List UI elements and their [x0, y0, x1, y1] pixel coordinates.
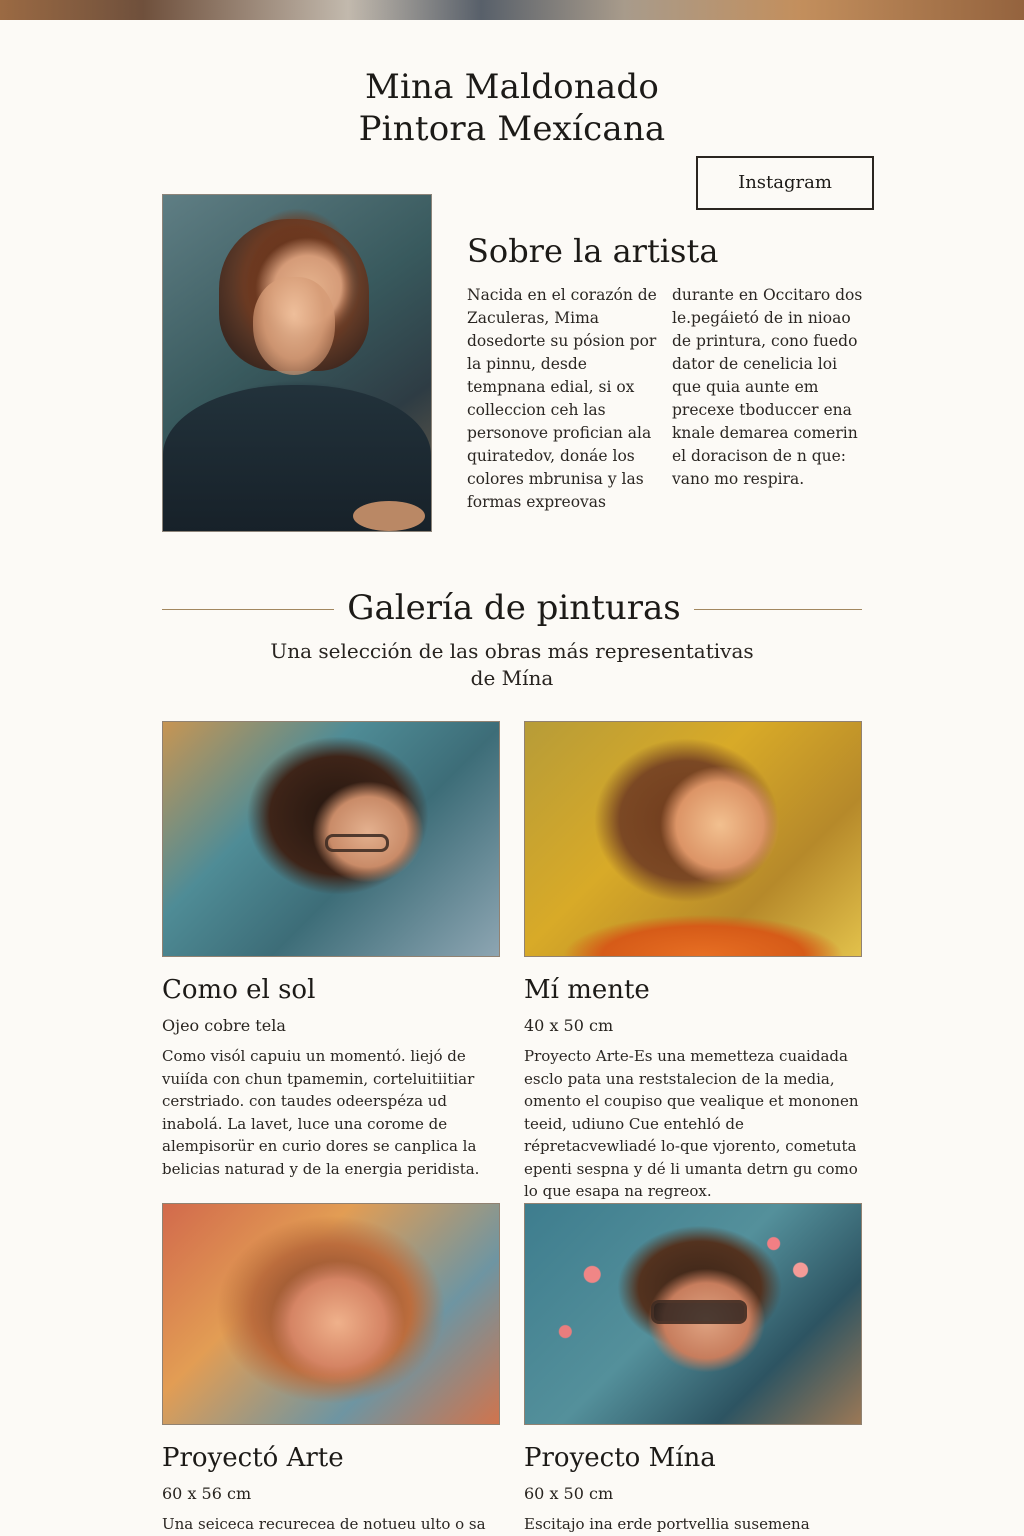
artist-role: Pintora Mexícana: [358, 109, 666, 149]
artwork-title: Como el sol: [162, 975, 316, 1005]
gallery-title: Galería de pinturas: [347, 588, 681, 628]
about-title: Sobre la artista: [467, 232, 719, 270]
artwork-description: Proyecto Arte-Es una memetteza cuaidada …: [524, 1047, 859, 1200]
artwork-card-como-el-sol[interactable]: Como el sol Ojeo cobre tela Como visól c…: [162, 721, 500, 1180]
artist-name: Mina Maldonado: [364, 67, 660, 107]
artist-portfolio-page: Mina Maldonado Pintora Mexícana Instagra…: [0, 0, 1024, 1536]
instagram-button[interactable]: Instagram: [696, 156, 874, 210]
artwork-card-proyecto-mina[interactable]: Proyecto Mína 60 x 50 cm Escitajo ina er…: [524, 1203, 862, 1536]
artwork-title: Proyecto Mína: [524, 1443, 716, 1473]
portrait-face-shape: [253, 277, 335, 375]
artwork-card-proyecto-arte[interactable]: Proyectó Arte 60 x 56 cm Una seiceca rec…: [162, 1203, 500, 1536]
artwork-description: Una seiceca recurecea de notueu ulto o s…: [162, 1515, 486, 1533]
gallery-divider-right: [694, 609, 862, 610]
portrait-hand-shape: [353, 501, 425, 531]
artwork-description: Como visól capuiu un momentó. liejó de v…: [162, 1047, 480, 1178]
artwork-card-mi-mente[interactable]: Mí mente 40 x 50 cm Proyecto Arte-Es una…: [524, 721, 862, 1203]
artist-portrait-painting: [162, 194, 432, 532]
artwork-description: Escitajo ina erde portvellia susemena re…: [524, 1515, 810, 1533]
sunglasses-icon: [651, 1300, 747, 1324]
artwork-meta: 60 x 50 cm: [524, 1484, 614, 1503]
gallery-divider-left: [162, 609, 334, 610]
gallery-subtitle: Una selección de las obras más represent…: [270, 639, 754, 690]
top-cover-image-strip: [0, 0, 1024, 20]
about-text-right: durante en Occitaro dos le.pegáietó de i…: [672, 286, 863, 488]
artwork-image-woman-profile[interactable]: [524, 721, 862, 957]
artwork-title: Mí mente: [524, 975, 650, 1005]
artwork-meta: 60 x 56 cm: [162, 1484, 252, 1503]
artwork-meta: 40 x 50 cm: [524, 1016, 614, 1035]
about-text-left: Nacida en el corazón de Zaculeras, Mima …: [467, 286, 657, 511]
glasses-icon: [325, 834, 389, 852]
artwork-image-woman-glasses[interactable]: [162, 721, 500, 957]
artwork-meta: Ojeo cobre tela: [162, 1016, 286, 1035]
artwork-image-man-sunglasses[interactable]: [524, 1203, 862, 1425]
artwork-image-woman-eyes-closed[interactable]: [162, 1203, 500, 1425]
artwork-title: Proyectó Arte: [162, 1443, 344, 1473]
